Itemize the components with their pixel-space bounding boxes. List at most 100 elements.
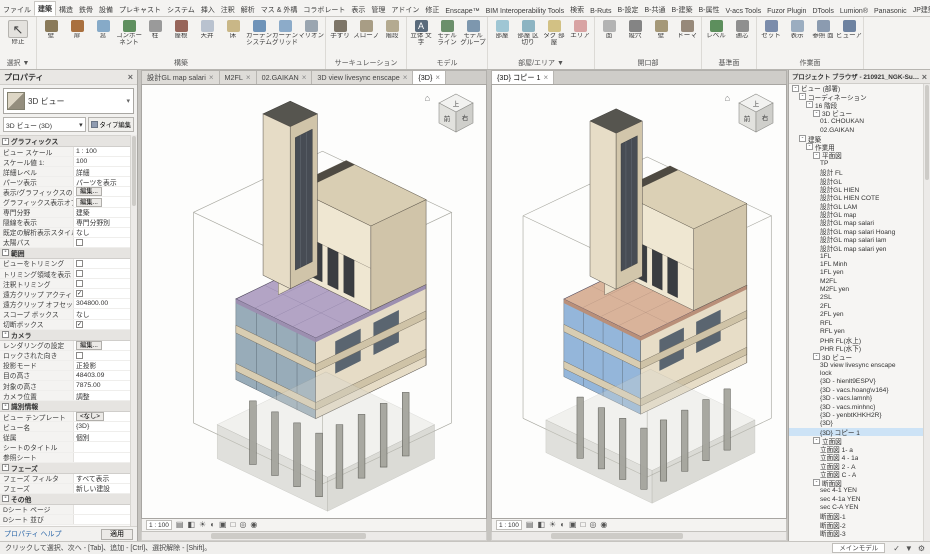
tree-item[interactable]: -断面図	[789, 478, 923, 486]
view-canvas-left[interactable]: ⌂ 上前右	[141, 84, 487, 519]
menu-tab[interactable]: 構造	[56, 3, 76, 16]
ribbon-button[interactable]: ドーマ	[674, 18, 700, 58]
tree-item[interactable]: 1FL yen	[789, 269, 923, 277]
tree-item[interactable]: {3D - vacs.lamnh}	[789, 394, 923, 402]
tree-item[interactable]: {3D - vacs.hoang\v164}	[789, 386, 923, 394]
close-icon[interactable]: ×	[302, 73, 307, 82]
selection-filter[interactable]: 3D ビュー (3D) ▾	[3, 117, 86, 132]
tree-item[interactable]: 1FL	[789, 252, 923, 260]
ribbon-button[interactable]: 部屋	[489, 18, 515, 58]
tree-expander-icon[interactable]: -	[813, 479, 820, 486]
temporary-hide-icon[interactable]: ◎	[239, 520, 246, 530]
ribbon-button[interactable]: セット	[758, 18, 784, 58]
checkbox[interactable]: ✓	[76, 321, 83, 328]
property-value[interactable]: ✓	[74, 320, 130, 329]
type-selector[interactable]: 3D ビュー ▾	[3, 88, 134, 114]
settings-icon[interactable]: ⚙	[918, 544, 925, 553]
view-scale[interactable]: 1 : 100	[146, 520, 172, 530]
temporary-hide-icon[interactable]: ◎	[589, 520, 596, 530]
collapse-icon[interactable]: -	[2, 331, 9, 338]
ribbon-button[interactable]: 参照 面	[810, 18, 836, 58]
property-value[interactable]	[74, 279, 130, 288]
property-value[interactable]: なし	[74, 228, 130, 237]
edit-button[interactable]: 編集...	[76, 198, 102, 207]
checkbox[interactable]	[76, 270, 83, 277]
menu-tab[interactable]: B-設定	[614, 3, 641, 16]
ribbon-button[interactable]: カーテン グリッド	[272, 18, 298, 58]
property-value[interactable]: パーツを表示	[74, 177, 130, 186]
ribbon-button[interactable]: モデル グループ	[460, 18, 486, 58]
crop-view-icon[interactable]: ▣	[569, 520, 577, 530]
property-value[interactable]: 1 : 100	[74, 147, 130, 156]
property-value[interactable]	[74, 238, 130, 247]
horizontal-scrollbar[interactable]	[141, 532, 487, 541]
menu-tab[interactable]: コラボレート	[300, 3, 348, 16]
close-icon[interactable]: ×	[403, 73, 408, 82]
ribbon-button[interactable]: ビューア	[836, 18, 862, 58]
ribbon-button[interactable]: エリア	[567, 18, 593, 58]
menu-tab[interactable]: 建築	[34, 1, 56, 16]
property-value[interactable]: 建築	[74, 208, 130, 217]
menu-tab[interactable]: 表示	[348, 3, 368, 16]
ribbon-button[interactable]: 部屋 区切り	[515, 18, 541, 58]
menu-tab[interactable]: システム	[164, 3, 198, 16]
property-value[interactable]	[74, 269, 130, 278]
menu-tab[interactable]: Lumion®	[837, 6, 871, 16]
detail-level-icon[interactable]: ▤	[526, 520, 534, 530]
collapse-icon[interactable]: -	[2, 495, 9, 502]
browser-scrollbar[interactable]	[923, 84, 930, 541]
view-scale[interactable]: 1 : 100	[496, 520, 522, 530]
show-crop-icon[interactable]: □	[581, 520, 586, 530]
property-value[interactable]: 調整	[74, 391, 130, 400]
tree-item[interactable]: -平面図	[789, 151, 923, 159]
tree-item[interactable]: 立面図 C - A	[789, 470, 923, 478]
show-crop-icon[interactable]: □	[231, 520, 236, 530]
ribbon-button[interactable]: モデル ライン	[434, 18, 460, 58]
menu-tab[interactable]: 検索	[567, 3, 587, 16]
close-icon[interactable]: ×	[544, 73, 549, 82]
view-canvas-right[interactable]: ⌂ 上前右	[491, 84, 787, 519]
tree-item[interactable]: {3D - vacs.minhnc}	[789, 403, 923, 411]
menu-tab[interactable]: B-属性	[695, 3, 722, 16]
ribbon-button[interactable]: 面	[596, 18, 622, 58]
tree-item[interactable]: lock	[789, 369, 923, 377]
tree-item[interactable]: -16 階段	[789, 101, 923, 109]
scrollbar-thumb[interactable]	[925, 85, 929, 180]
tree-item[interactable]: {3D - hienlt9ESPV}	[789, 378, 923, 386]
tree-item[interactable]: sec C-A YEN	[789, 504, 923, 512]
view-tab[interactable]: {3D} コピー 1×	[492, 71, 554, 84]
tree-item[interactable]: -3D ビュー	[789, 353, 923, 361]
tree-expander-icon[interactable]: -	[813, 152, 820, 159]
view-tab[interactable]: 02.GAIKAN×	[257, 71, 313, 84]
tree-item[interactable]: -作業用	[789, 143, 923, 151]
properties-scrollbar[interactable]	[130, 135, 137, 526]
checkbox[interactable]	[76, 260, 83, 267]
shadows-icon[interactable]: ◐	[210, 520, 215, 530]
menu-tab[interactable]: 挿入	[198, 3, 218, 16]
property-section-header[interactable]: -カメラ	[0, 330, 130, 341]
close-icon[interactable]: ×	[922, 72, 927, 82]
tree-item[interactable]: 立面図 4 - 1a	[789, 453, 923, 461]
menu-tab[interactable]: 管理	[368, 3, 388, 16]
checkbox[interactable]	[76, 239, 83, 246]
property-value[interactable]: ✓	[74, 289, 130, 298]
tree-item[interactable]: M2FL	[789, 277, 923, 285]
ribbon-button[interactable]: カーテン システム	[246, 18, 272, 58]
property-section-header[interactable]: -識別情報	[0, 401, 130, 412]
sun-settings-icon[interactable]: ☀	[549, 520, 556, 530]
tree-item[interactable]: 3D view livesync enscape	[789, 361, 923, 369]
menu-tab[interactable]: Enscape™	[442, 6, 482, 16]
scrollbar-thumb[interactable]	[132, 136, 136, 206]
tree-item[interactable]: 断面図-2	[789, 520, 923, 528]
horizontal-scrollbar[interactable]	[491, 532, 787, 541]
property-value[interactable]: 正投影	[74, 361, 130, 370]
tree-item[interactable]: 設計 FL	[789, 168, 923, 176]
tree-item[interactable]: 2FL yen	[789, 311, 923, 319]
menu-tab[interactable]: 解析	[238, 3, 258, 16]
tree-expander-icon[interactable]: -	[806, 143, 813, 150]
filter-icon[interactable]: ▼	[905, 544, 913, 553]
edit-button[interactable]: 編集...	[76, 341, 102, 350]
property-value[interactable]	[74, 442, 130, 451]
tree-expander-icon[interactable]: -	[813, 437, 820, 444]
edit-button[interactable]: <なし>	[76, 412, 104, 421]
